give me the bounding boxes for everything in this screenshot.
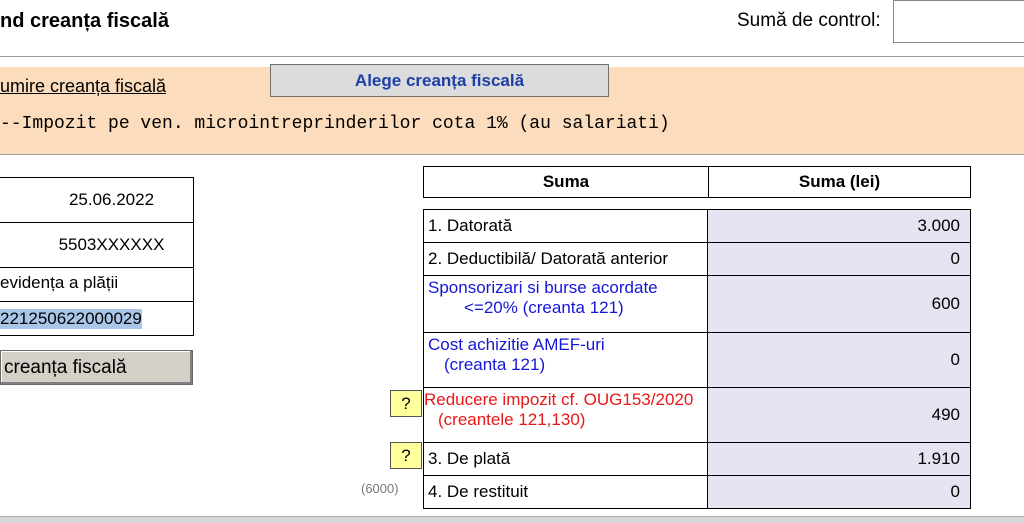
sponsorizari-label-line1: Sponsorizari si burse acordate <box>428 278 658 297</box>
sum-lei-column-header: Suma (lei) <box>798 172 881 191</box>
bottom-bar <box>0 516 1024 523</box>
control-sum-label: Sumă de control: <box>737 10 881 31</box>
de-restituit-value[interactable]: 0 <box>708 476 970 508</box>
fiscal-claim-name-label: umire creanța fiscală <box>0 76 167 96</box>
selected-fiscal-claim-text: --Impozit pe ven. microintreprinderilor … <box>0 114 670 134</box>
reducere-label-line1: Reducere impozit cf. OUG153/2020 <box>424 390 694 409</box>
table-row-amef: Cost achizitie AMEF-uri (creanta 121) 0 <box>424 333 970 388</box>
fiscal-claim-button[interactable]: creanța fiscală <box>0 350 193 385</box>
sum-column-header: Suma <box>424 167 709 197</box>
amef-label: Cost achizitie AMEF-uri (creanta 121) <box>424 333 708 387</box>
help-de-plata-button[interactable]: ? <box>390 442 422 469</box>
de-plata-value[interactable]: 1.910 <box>708 443 970 475</box>
sums-table-header: Suma Suma (lei) <box>423 166 971 198</box>
date-cell[interactable]: 25.06.2022 <box>0 177 194 223</box>
sponsorizari-label-line2: <=20% (creanta 121) <box>464 298 624 317</box>
datorata-value[interactable]: 3.000 <box>708 210 970 242</box>
sponsorizari-value[interactable]: 600 <box>708 276 970 332</box>
sums-table: 1. Datorată 3.000 2. Deductibilă/ Datora… <box>423 209 971 509</box>
page-title: nd creanța fiscală <box>0 10 169 32</box>
evidence-value-cell: 221250622000029 <box>0 302 194 336</box>
reducere-value[interactable]: 490 <box>708 388 970 442</box>
table-row-reducere: Reducere impozit cf. OUG153/2020 (creant… <box>424 388 970 443</box>
amef-value[interactable]: 0 <box>708 333 970 387</box>
reducere-label-line2: (creantele 121,130) <box>438 410 586 429</box>
amef-label-line2: (creanta 121) <box>444 355 546 374</box>
deductibila-value[interactable]: 0 <box>708 243 970 275</box>
table-row-de-restituit: 4. De restituit 0 <box>424 476 970 508</box>
sponsorizari-label: Sponsorizari si burse acordate <=20% (cr… <box>424 276 708 332</box>
reducere-label: Reducere impozit cf. OUG153/2020 (creant… <box>424 388 708 442</box>
evidence-label: evidența a plății <box>0 268 194 302</box>
table-row-de-plata: 3. De plată 1.910 <box>424 443 970 476</box>
code-cell[interactable]: 5503XXXXXX <box>0 223 194 268</box>
restituit-code: (6000) <box>361 481 399 496</box>
evidence-value[interactable]: 221250622000029 <box>0 308 142 329</box>
deductibila-label: 2. Deductibilă/ Datorată anterior <box>424 243 708 275</box>
header-divider <box>0 56 1024 57</box>
de-plata-label: 3. De plată <box>424 443 708 475</box>
table-row-datorata: 1. Datorată 3.000 <box>424 210 970 243</box>
control-sum-input[interactable] <box>893 0 1024 43</box>
choose-fiscal-claim-button[interactable]: Alege creanța fiscală <box>270 64 609 97</box>
left-info-table: 25.06.2022 5503XXXXXX evidența a plății … <box>0 177 194 336</box>
help-reducere-button[interactable]: ? <box>390 390 422 417</box>
table-row-sponsorizari: Sponsorizari si burse acordate <=20% (cr… <box>424 276 970 333</box>
de-restituit-label: 4. De restituit <box>424 476 708 508</box>
table-row-deductibila: 2. Deductibilă/ Datorată anterior 0 <box>424 243 970 276</box>
amef-label-line1: Cost achizitie AMEF-uri <box>428 335 605 354</box>
datorata-label: 1. Datorată <box>424 210 708 242</box>
